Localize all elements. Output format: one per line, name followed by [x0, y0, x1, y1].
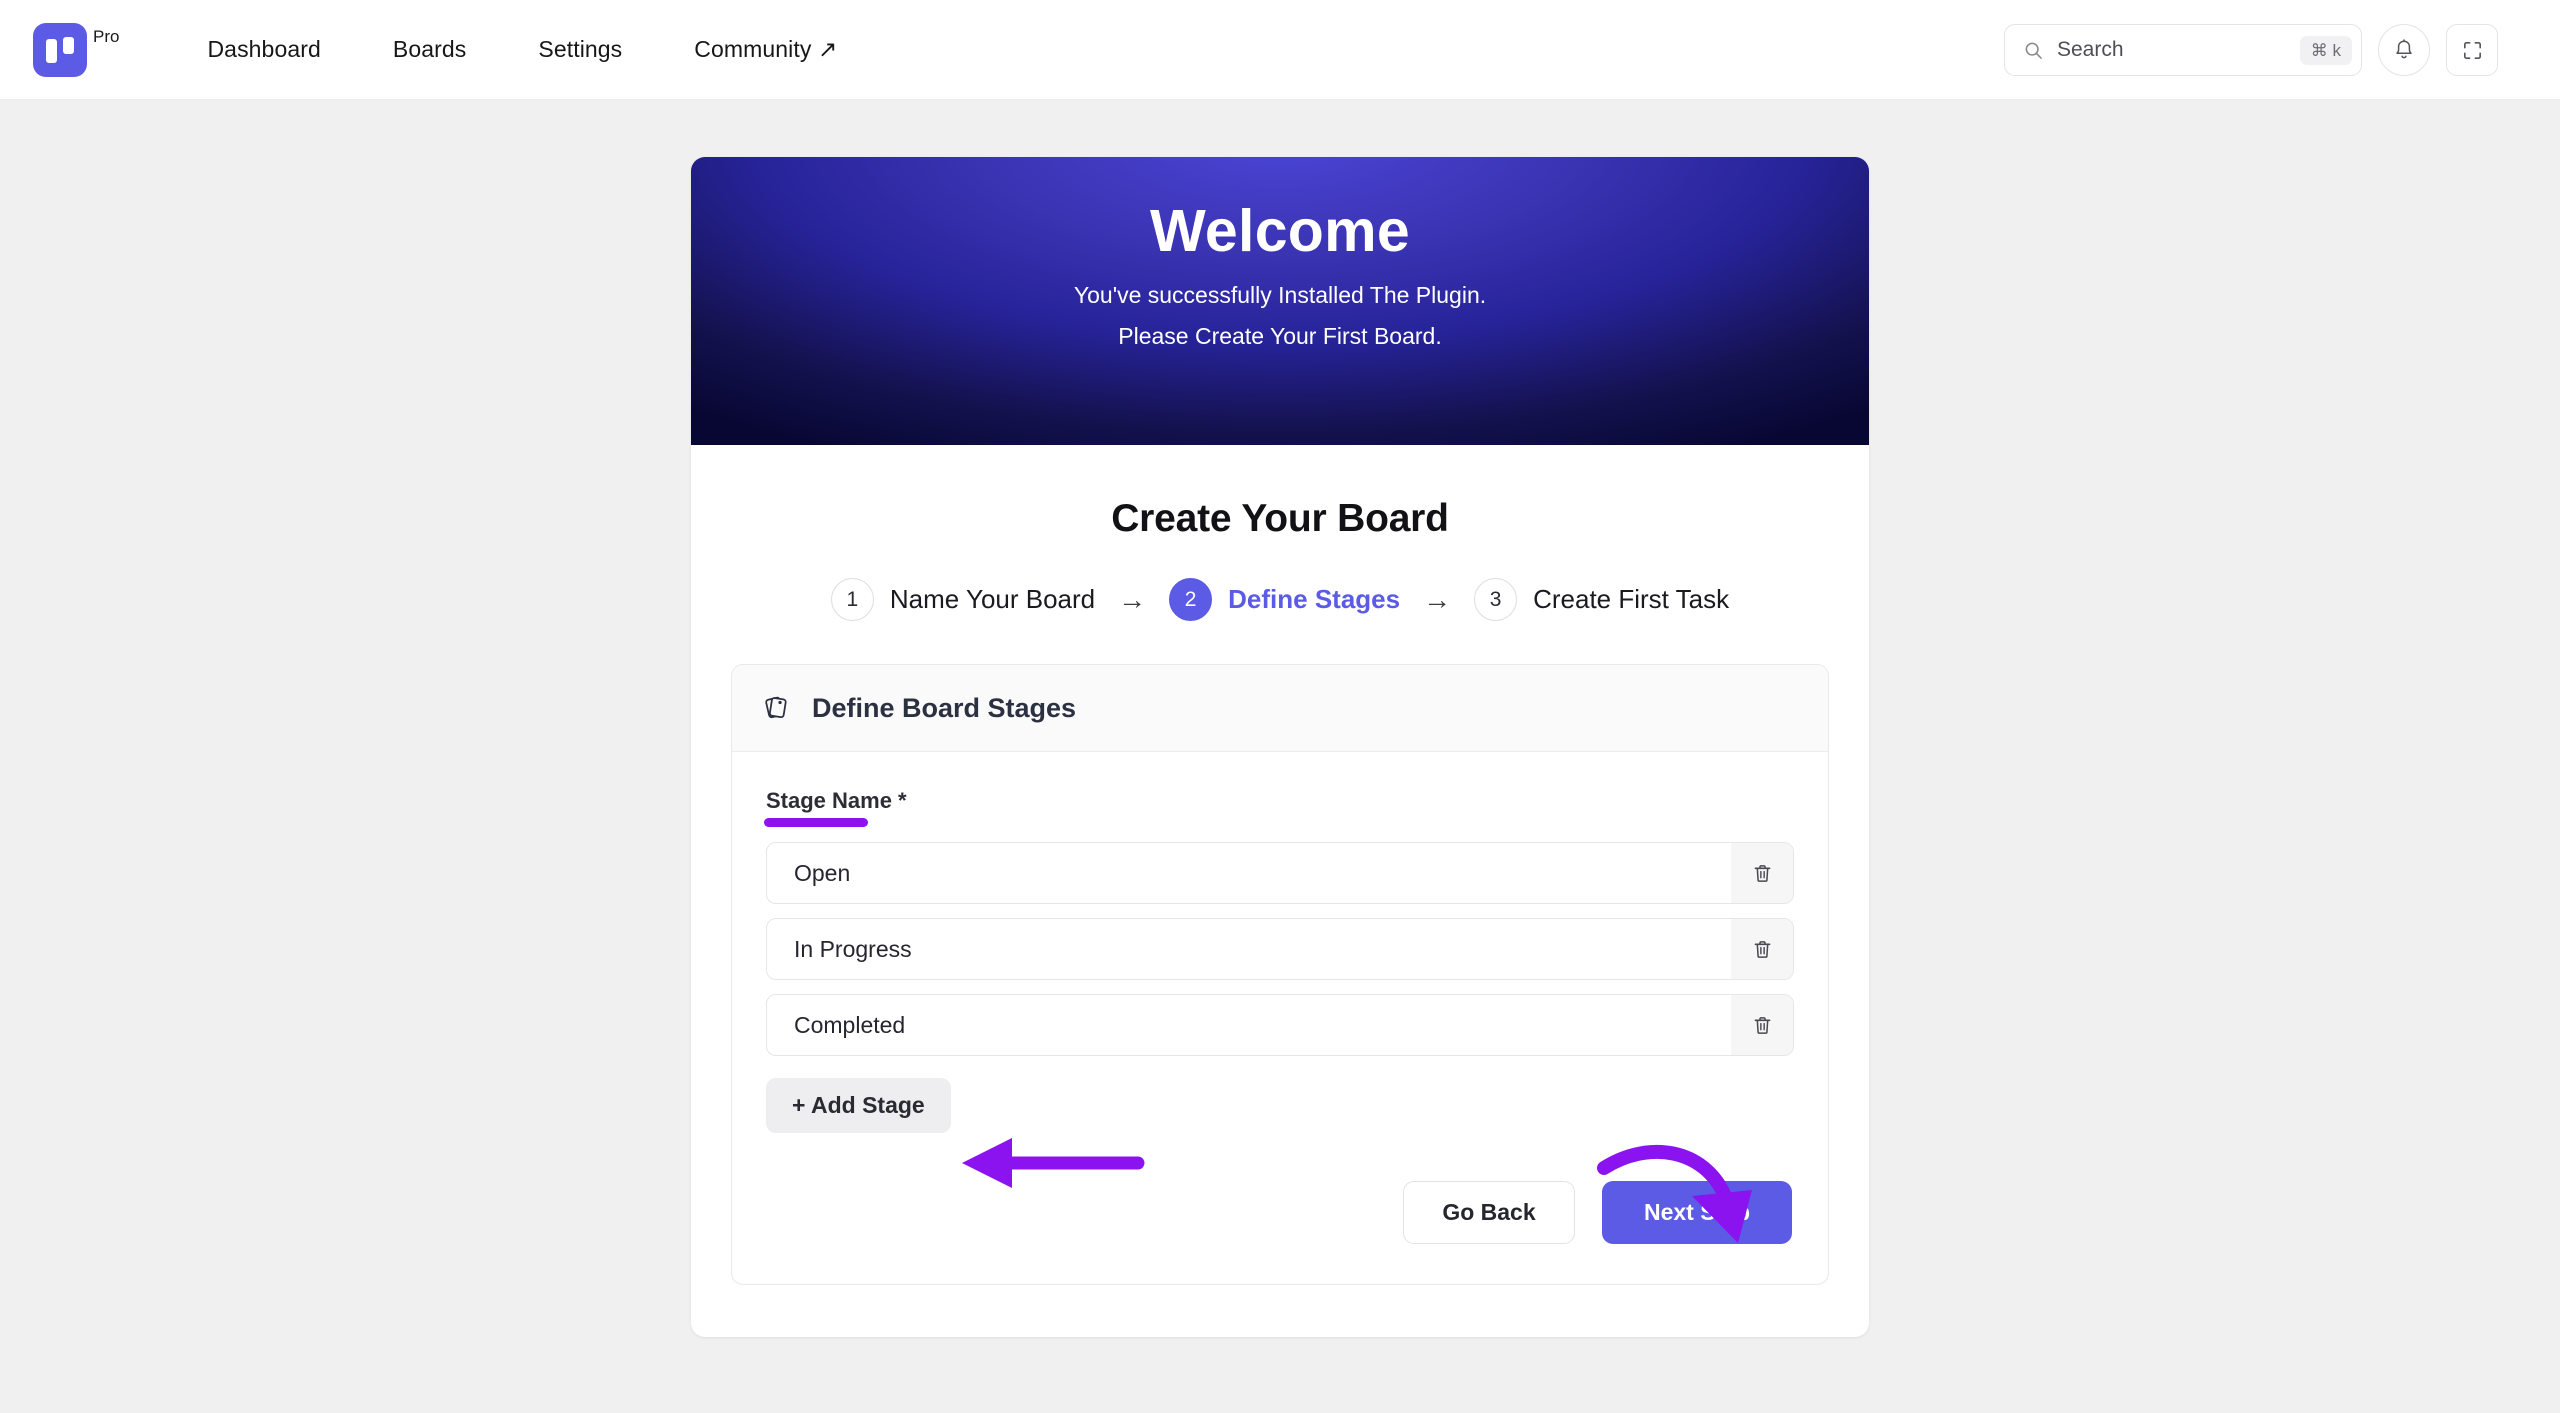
fullscreen-button[interactable]	[2446, 24, 2498, 76]
step-separator-1: →	[1118, 583, 1147, 615]
nav-link-dashboard[interactable]: Dashboard	[171, 36, 356, 63]
search-placeholder: Search	[2057, 38, 2124, 61]
trash-icon	[1754, 940, 1770, 958]
delete-stage-button-3[interactable]	[1731, 995, 1793, 1055]
delete-stage-button-2[interactable]	[1731, 919, 1793, 979]
step-2-number: 2	[1169, 578, 1213, 621]
card-footer-actions: Go Back Next Step	[766, 1181, 1794, 1244]
step-2-define-stages[interactable]: 2 Define Stages	[1169, 578, 1400, 621]
stage-row[interactable]: Completed	[766, 994, 1794, 1056]
brand-tier-label: Pro	[93, 26, 120, 46]
stage-name-label: Stage Name *	[766, 788, 907, 813]
stage-name-input-1[interactable]: Open	[794, 860, 1731, 887]
nav-link-community[interactable]: Community ↗	[658, 36, 873, 63]
stage-list: Open In Progress Completed	[766, 842, 1794, 1056]
welcome-line-2: Please Create Your First Board.	[1118, 322, 1442, 349]
trash-icon	[1754, 864, 1770, 882]
page-title: Create Your Board	[1111, 497, 1449, 540]
welcome-line-1: You've successfully Installed The Plugin…	[1073, 281, 1487, 308]
step-3-number: 3	[1474, 578, 1518, 621]
define-stages-card-title: Define Board Stages	[812, 692, 1077, 723]
step-1-label: Name Your Board	[889, 584, 1096, 614]
nav-link-boards[interactable]: Boards	[357, 36, 502, 63]
onboarding-stepper: 1 Name Your Board → 2 Define Stages → 3 …	[731, 578, 1829, 621]
go-back-button[interactable]: Go Back	[1403, 1181, 1575, 1244]
search-icon	[2025, 42, 2042, 59]
trash-icon	[1754, 1016, 1770, 1034]
nav-right-group: Search ⌘ k	[2004, 0, 2498, 100]
define-stages-card: Define Board Stages Stage Name * Open In…	[731, 664, 1829, 1285]
stage-name-input-3[interactable]: Completed	[794, 1012, 1731, 1039]
stage-name-label-wrap: Stage Name *	[764, 788, 907, 827]
define-stages-card-body: Stage Name * Open In Progress Completed …	[732, 752, 1828, 1284]
brand-logo[interactable]: Pro	[33, 22, 120, 77]
step-3-create-first-task[interactable]: 3 Create First Task	[1474, 578, 1729, 621]
next-step-button[interactable]: Next Step	[1602, 1181, 1792, 1244]
define-stages-card-header: Define Board Stages	[732, 665, 1828, 752]
step-2-label: Define Stages	[1228, 584, 1401, 614]
bell-icon	[2396, 39, 2412, 59]
add-stage-button[interactable]: + Add Stage	[766, 1078, 951, 1133]
step-3-label: Create First Task	[1533, 584, 1730, 614]
cards-stack-icon	[765, 696, 787, 718]
delete-stage-button-1[interactable]	[1731, 843, 1793, 903]
step-1-name-your-board[interactable]: 1 Name Your Board	[830, 578, 1096, 621]
search-shortcut-badge: ⌘ k	[2299, 35, 2352, 65]
page-content: Welcome You've successfully Installed Th…	[0, 100, 2560, 1337]
search-input[interactable]: Search ⌘ k	[2004, 24, 2362, 76]
app-logo-icon	[33, 22, 87, 77]
expand-icon	[2463, 41, 2481, 59]
stage-row[interactable]: Open	[766, 842, 1794, 904]
nav-links: Dashboard Boards Settings Community ↗	[171, 36, 873, 63]
top-navigation-bar: Pro Dashboard Boards Settings Community …	[0, 0, 2560, 100]
step-1-number: 1	[830, 578, 874, 621]
annotation-underline	[764, 818, 868, 827]
stage-row[interactable]: In Progress	[766, 918, 1794, 980]
welcome-title: Welcome	[1149, 198, 1411, 264]
stage-name-input-2[interactable]: In Progress	[794, 936, 1731, 963]
welcome-banner: Welcome You've successfully Installed Th…	[691, 157, 1869, 445]
onboarding-card: Welcome You've successfully Installed Th…	[691, 157, 1869, 1337]
notifications-button[interactable]	[2378, 24, 2430, 76]
step-separator-2: →	[1423, 583, 1452, 615]
nav-link-settings[interactable]: Settings	[502, 36, 658, 63]
onboarding-body: Create Your Board 1 Name Your Board → 2 …	[691, 445, 1869, 1337]
